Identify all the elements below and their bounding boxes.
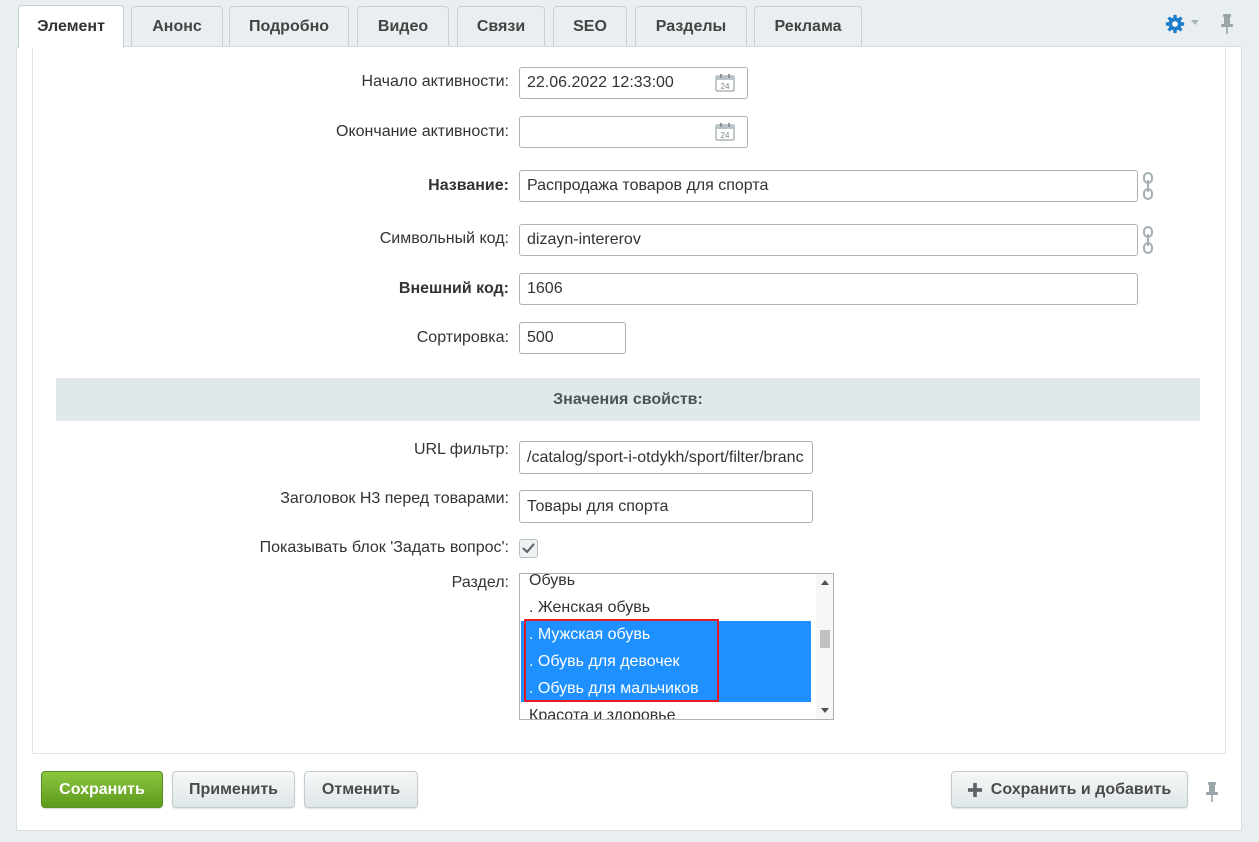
code-input[interactable]: [519, 224, 1138, 256]
tab-advertising[interactable]: Реклама: [754, 6, 862, 46]
url-filter-label: URL фильтр:: [413, 441, 509, 458]
calendar-icon[interactable]: 24: [715, 74, 735, 92]
xml-id-input[interactable]: [519, 273, 1138, 305]
plus-icon: [967, 782, 982, 797]
tab-element[interactable]: Элемент: [18, 5, 124, 48]
name-label: Название:: [428, 177, 509, 194]
active-from-label: Начало активности:: [361, 73, 509, 90]
tab-links[interactable]: Связи: [457, 6, 545, 46]
section-option-beauty-health[interactable]: Красота и здоровье: [521, 702, 811, 719]
section-label: Раздел:: [451, 574, 509, 591]
active-to-label: Окончание активности:: [336, 123, 509, 140]
active-to-input[interactable]: [519, 116, 748, 148]
gear-icon[interactable]: [1165, 14, 1185, 34]
section-option-men-footwear[interactable]: . Мужская обувь: [521, 621, 811, 648]
code-label: Символьный код:: [379, 230, 509, 247]
tab-strip: Элемент Анонс Подробно Видео Связи SEO Р…: [17, 5, 1242, 48]
tab-seo[interactable]: SEO: [553, 6, 627, 46]
scroll-thumb[interactable]: [820, 630, 830, 648]
scroll-down-arrow[interactable]: [821, 708, 829, 713]
cancel-button[interactable]: Отменить: [304, 771, 418, 808]
sort-input[interactable]: [519, 322, 626, 354]
tab-sections[interactable]: Разделы: [635, 6, 747, 46]
section-option-footwear[interactable]: Обувь: [521, 574, 811, 594]
section-option-girls-footwear[interactable]: . Обувь для девочек: [521, 648, 811, 675]
show-question-checkbox[interactable]: [519, 539, 538, 558]
url-filter-input[interactable]: [519, 441, 813, 474]
pin-icon[interactable]: [1204, 781, 1220, 803]
listbox-scrollbar[interactable]: [816, 574, 833, 719]
pin-icon[interactable]: [1219, 13, 1235, 35]
chevron-down-icon[interactable]: [1191, 20, 1199, 25]
h3-title-input[interactable]: [519, 490, 813, 523]
calendar-icon[interactable]: 24: [715, 123, 735, 141]
link-icon[interactable]: [1141, 171, 1155, 201]
section-option-women-footwear[interactable]: . Женская обувь: [521, 594, 811, 621]
checkmark-icon: [522, 543, 535, 554]
tab-details[interactable]: Подробно: [229, 6, 349, 46]
svg-text:24: 24: [721, 82, 730, 91]
svg-text:24: 24: [721, 131, 730, 140]
section-option-boys-footwear[interactable]: . Обувь для мальчиков: [521, 675, 811, 702]
save-and-add-button[interactable]: Сохранить и добавить: [951, 771, 1188, 808]
save-and-add-label: Сохранить и добавить: [990, 780, 1172, 798]
name-input[interactable]: [519, 170, 1138, 202]
xml-id-label: Внешний код:: [398, 280, 509, 297]
tab-announce[interactable]: Анонс: [131, 6, 223, 46]
h3-title-label: Заголовок Н3 перед товарами:: [280, 490, 509, 507]
scroll-up-arrow[interactable]: [821, 580, 829, 585]
save-button[interactable]: Сохранить: [41, 771, 163, 808]
active-from-input[interactable]: [519, 67, 748, 99]
properties-header: Значения свойств:: [56, 378, 1200, 421]
section-multiselect[interactable]: Обувь . Женская обувь . Мужская обувь . …: [519, 573, 834, 720]
apply-button[interactable]: Применить: [172, 771, 295, 808]
tab-video[interactable]: Видео: [357, 6, 449, 46]
link-icon[interactable]: [1141, 225, 1155, 255]
sort-label: Сортировка:: [416, 329, 509, 346]
show-question-label: Показывать блок 'Задать вопрос':: [259, 539, 509, 556]
